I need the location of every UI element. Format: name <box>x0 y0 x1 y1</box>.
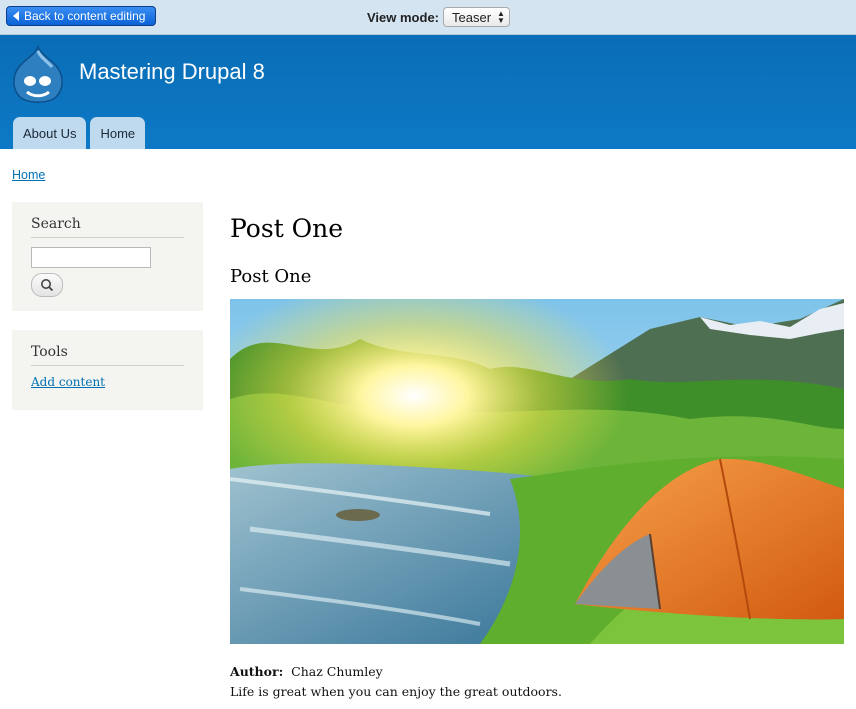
back-button-label: Back to content editing <box>24 9 146 23</box>
view-mode-control: View mode: Teaser ▲ ▼ <box>367 7 510 27</box>
search-input[interactable] <box>31 247 151 268</box>
page-title: Post One <box>230 214 344 243</box>
post-summary: Life is great when you can enjoy the gre… <box>230 684 562 699</box>
back-to-editing-button[interactable]: Back to content editing <box>6 6 157 26</box>
search-icon <box>41 279 54 292</box>
preview-toolbar: Back to content editing View mode: Tease… <box>0 0 856 35</box>
search-block: Search <box>12 202 203 311</box>
view-mode-value: Teaser <box>452 9 492 25</box>
author-name: Chaz Chumley <box>291 664 383 679</box>
drupal-logo-icon[interactable] <box>11 45 65 105</box>
site-name[interactable]: Mastering Drupal 8 <box>79 59 265 85</box>
search-block-title: Search <box>31 216 184 238</box>
main-navigation: About Us Home <box>13 117 146 149</box>
select-arrows-icon: ▲ ▼ <box>497 9 505 25</box>
node-title-link[interactable]: Post One <box>230 266 311 287</box>
tools-block-title: Tools <box>31 344 184 366</box>
post-image <box>230 299 844 644</box>
site-header: Mastering Drupal 8 About Us Home <box>0 35 856 149</box>
nav-tab-about-us[interactable]: About Us <box>13 117 87 149</box>
tools-block: Tools Add content <box>12 330 203 410</box>
search-button[interactable] <box>31 273 63 297</box>
nav-tab-home[interactable]: Home <box>90 117 146 149</box>
view-mode-select[interactable]: Teaser ▲ ▼ <box>443 7 510 27</box>
post-author: Author: Chaz Chumley <box>230 664 383 679</box>
author-label: Author: <box>230 664 284 679</box>
chevron-left-icon <box>13 11 19 21</box>
add-content-link[interactable]: Add content <box>31 375 184 389</box>
breadcrumb-home-link[interactable]: Home <box>12 168 45 182</box>
view-mode-label: View mode: <box>367 9 440 25</box>
